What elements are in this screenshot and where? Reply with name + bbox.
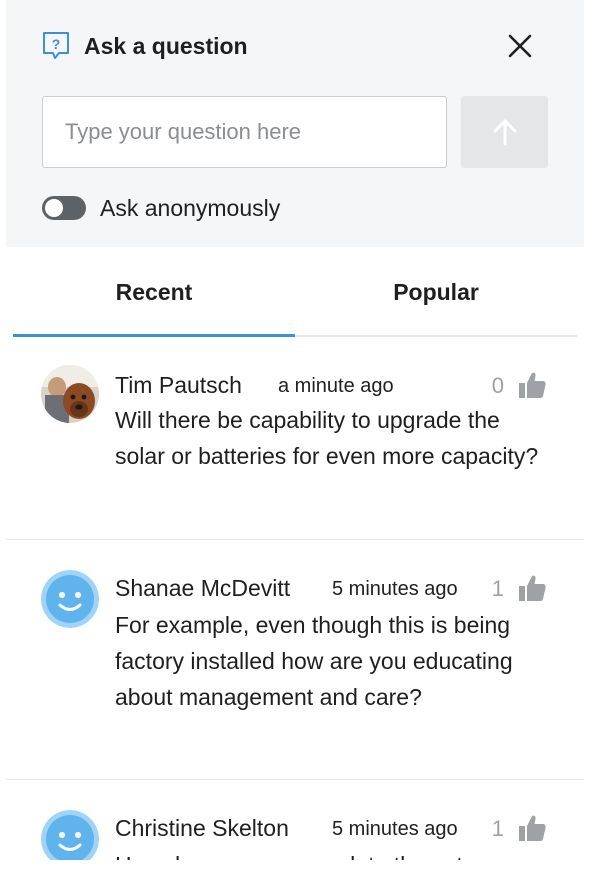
ask-header: ? Ask a question xyxy=(40,30,248,62)
question-bubble-icon: ? xyxy=(43,32,69,59)
anonymous-label: Ask anonymously xyxy=(100,194,281,221)
question-time: 5 minutes ago xyxy=(332,578,458,600)
ask-title: Ask a question xyxy=(84,32,248,59)
like-count: 0 xyxy=(491,373,504,398)
question-text: Will there be capability to upgrade the … xyxy=(115,407,539,469)
toggle-knob xyxy=(45,199,63,217)
like-count: 1 xyxy=(491,576,504,601)
tab-popular[interactable]: Popular xyxy=(295,247,577,337)
smiley-avatar-icon xyxy=(41,570,99,628)
question-item: Shanae McDevitt 5 minutes ago 1 For exam… xyxy=(6,540,584,780)
thumbs-up-icon[interactable] xyxy=(516,572,548,604)
arrow-up-icon xyxy=(493,119,516,146)
question-time: a minute ago xyxy=(278,375,394,397)
thumbs-up-icon[interactable] xyxy=(516,812,548,844)
avatar xyxy=(41,365,99,423)
question-text: How do you accommodate the extra xyxy=(115,847,545,860)
question-item: Christine Skelton 5 minutes ago 1 How do… xyxy=(6,780,584,860)
thumbs-up-icon[interactable] xyxy=(516,369,548,401)
author-name: Shanae McDevitt xyxy=(115,575,291,601)
tabs: Recent Popular xyxy=(13,247,577,337)
smiley-avatar-icon xyxy=(41,810,99,860)
question-time: 5 minutes ago xyxy=(332,818,458,840)
like-count: 1 xyxy=(491,816,504,841)
question-text: For example, even though this is being f… xyxy=(115,612,513,710)
author-name: Christine Skelton xyxy=(115,815,289,841)
close-icon[interactable] xyxy=(504,30,536,62)
avatar xyxy=(41,570,99,628)
avatar xyxy=(41,810,99,860)
question-input[interactable] xyxy=(42,96,447,168)
question-item: Tim Pautsch a minute ago 0 Will there be… xyxy=(6,337,584,540)
author-name: Tim Pautsch xyxy=(115,372,242,398)
anonymous-row: Ask anonymously xyxy=(42,192,280,224)
ask-section: ? Ask a question Ask anonymously xyxy=(6,0,584,247)
svg-text:?: ? xyxy=(52,36,61,52)
qa-panel: ? Ask a question Ask anonymously Recent … xyxy=(6,0,584,872)
tab-recent[interactable]: Recent xyxy=(13,247,295,337)
anonymous-toggle[interactable] xyxy=(42,196,86,220)
submit-question-button[interactable] xyxy=(461,96,548,168)
